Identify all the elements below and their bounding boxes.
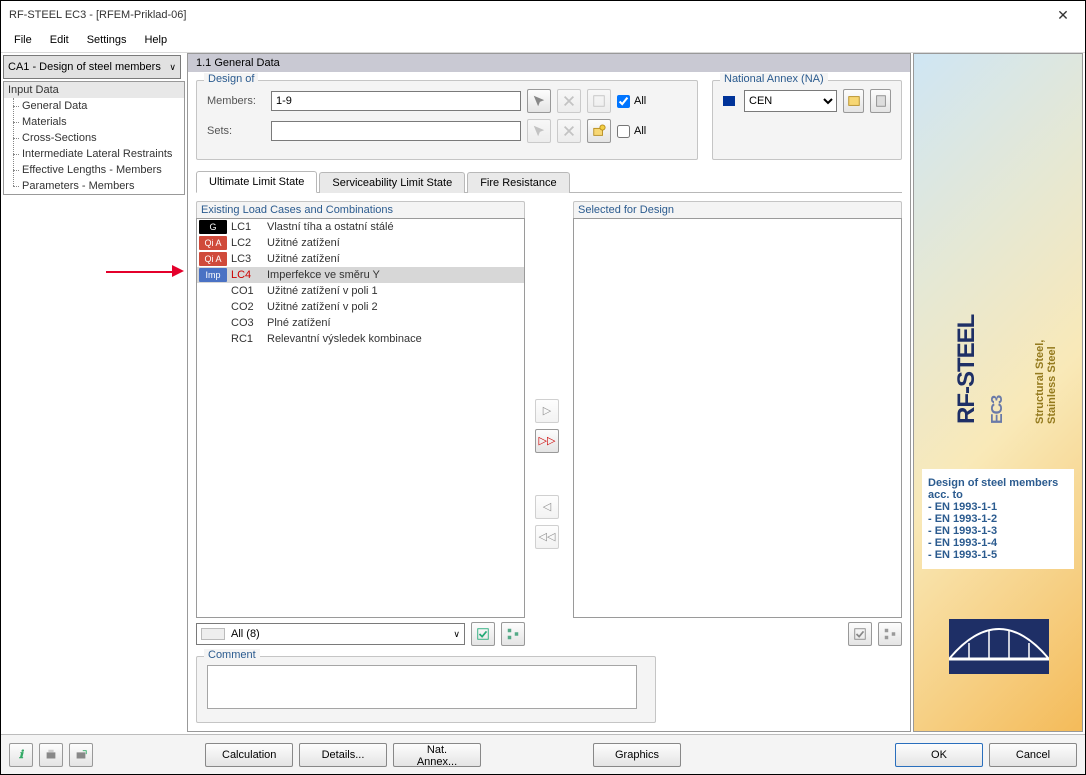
tree-item[interactable]: Intermediate Lateral Restraints — [4, 146, 184, 162]
list-item[interactable]: Qi ALC2Užitné zatížení — [197, 235, 524, 251]
selected-tree-icon[interactable] — [878, 622, 902, 646]
list-item[interactable]: GLC1Vlastní tíha a ostatní stálé — [197, 219, 524, 235]
na-group: National Annex (NA) CEN — [712, 80, 902, 160]
clear-members-icon — [557, 89, 581, 113]
tabs: Ultimate Limit State Serviceability Limi… — [196, 170, 902, 193]
members-input[interactable] — [271, 91, 521, 111]
move-right-icon[interactable]: ▷ — [535, 399, 559, 423]
menu-settings[interactable]: Settings — [78, 31, 136, 50]
tree-item[interactable]: Effective Lengths - Members — [4, 162, 184, 178]
existing-listbox: Existing Load Cases and Combinations GLC… — [196, 201, 525, 646]
selected-list[interactable] — [573, 218, 902, 618]
move-all-right-icon[interactable]: ▷▷ — [535, 429, 559, 453]
bridge-logo-icon — [949, 619, 1049, 674]
sets-label: Sets: — [207, 125, 265, 137]
menu-help[interactable]: Help — [135, 31, 176, 50]
case-combo[interactable]: CA1 - Design of steel members∨ — [3, 55, 181, 79]
sets-all-checkbox[interactable] — [617, 125, 630, 138]
tab-sls[interactable]: Serviceability Limit State — [319, 172, 465, 193]
list-item[interactable]: CO2Užitné zatížení v poli 2 — [197, 299, 524, 315]
transfer-buttons: ▷ ▷▷ ◁ ◁◁ — [535, 201, 563, 646]
design-of-legend: Design of — [204, 73, 258, 85]
eu-flag-icon — [723, 96, 735, 106]
menu-file[interactable]: File — [5, 31, 41, 50]
na-select[interactable]: CEN — [744, 90, 837, 112]
tab-uls[interactable]: Ultimate Limit State — [196, 171, 317, 193]
product-logo: RF-STEEL EC3 — [953, 295, 1009, 424]
existing-label: Existing Load Cases and Combinations — [196, 201, 525, 218]
graphics-button[interactable]: Graphics — [593, 743, 681, 767]
tab-fire[interactable]: Fire Resistance — [467, 172, 569, 193]
members-label: Members: — [207, 95, 265, 107]
tree-header: Input Data — [4, 82, 184, 98]
right-panel: RF-STEEL EC3 Structural Steel,Stainless … — [913, 53, 1083, 732]
na-legend: National Annex (NA) — [720, 73, 828, 85]
nat-annex-button[interactable]: Nat. Annex... — [393, 743, 481, 767]
tree-item[interactable]: General Data — [4, 98, 184, 114]
list-item[interactable]: ImpLC4Imperfekce ve směru Y — [197, 267, 524, 283]
members-all-checkbox[interactable] — [617, 95, 630, 108]
product-tagline: Structural Steel,Stainless Steel — [1034, 340, 1058, 424]
sets-input[interactable] — [271, 121, 521, 141]
existing-list[interactable]: GLC1Vlastní tíha a ostatní stáléQi ALC2U… — [196, 218, 525, 618]
move-all-left-icon[interactable]: ◁◁ — [535, 525, 559, 549]
close-button[interactable]: ✕ — [1041, 1, 1085, 29]
na-open-icon[interactable] — [843, 89, 864, 113]
content: 1.1 General Data Design of Members: All — [187, 53, 911, 732]
move-left-icon[interactable]: ◁ — [535, 495, 559, 519]
tree-item[interactable]: Cross-Sections — [4, 130, 184, 146]
selected-label: Selected for Design — [573, 201, 902, 218]
sets-all-label: All — [634, 125, 646, 137]
clear-sets-icon — [557, 119, 581, 143]
comment-legend: Comment — [204, 649, 260, 661]
list-item[interactable]: Qi ALC3Užitné zatížení — [197, 251, 524, 267]
bottom-bar: ℹ Calculation Details... Nat. Annex... G… — [1, 734, 1085, 774]
members-all-label: All — [634, 95, 646, 107]
new-set-icon[interactable] — [587, 119, 611, 143]
ok-button[interactable]: OK — [895, 743, 983, 767]
menu-edit[interactable]: Edit — [41, 31, 78, 50]
tree-item[interactable]: Parameters - Members — [4, 178, 184, 194]
selected-listbox: Selected for Design — [573, 201, 902, 646]
window-title: RF-STEEL EC3 - [RFEM-Priklad-06] — [9, 9, 186, 21]
pick-sets-icon — [527, 119, 551, 143]
print-icon[interactable] — [39, 743, 63, 767]
list-item[interactable]: CO1Užitné zatížení v poli 1 — [197, 283, 524, 299]
help-icon[interactable]: ℹ — [9, 743, 33, 767]
na-book-icon[interactable] — [870, 89, 891, 113]
titlebar: RF-STEEL EC3 - [RFEM-Priklad-06] ✕ — [1, 1, 1085, 29]
calculation-button[interactable]: Calculation — [205, 743, 293, 767]
comment-group: Comment — [196, 656, 656, 723]
comment-textarea[interactable] — [207, 665, 637, 709]
menubar: File Edit Settings Help — [1, 29, 1085, 53]
cancel-button[interactable]: Cancel — [989, 743, 1077, 767]
members-extra-icon — [587, 89, 611, 113]
export-icon[interactable] — [69, 743, 93, 767]
standards-info: Design of steel members acc. to - EN 199… — [922, 469, 1074, 569]
list-item[interactable]: RC1Relevantní výsledek kombinace — [197, 331, 524, 347]
pick-members-icon[interactable] — [527, 89, 551, 113]
list-item[interactable]: CO3Plné zatížení — [197, 315, 524, 331]
filter-apply-icon[interactable] — [471, 622, 495, 646]
filter-select[interactable]: All (8) ∨ — [196, 623, 465, 645]
details-button[interactable]: Details... — [299, 743, 387, 767]
design-of-group: Design of Members: All Sets: — [196, 80, 698, 160]
selected-apply-icon[interactable] — [848, 622, 872, 646]
tree-item[interactable]: Materials — [4, 114, 184, 130]
filter-tree-icon[interactable] — [501, 622, 525, 646]
content-header: 1.1 General Data — [188, 54, 910, 72]
tree-panel: Input Data General DataMaterialsCross-Se… — [3, 81, 185, 195]
